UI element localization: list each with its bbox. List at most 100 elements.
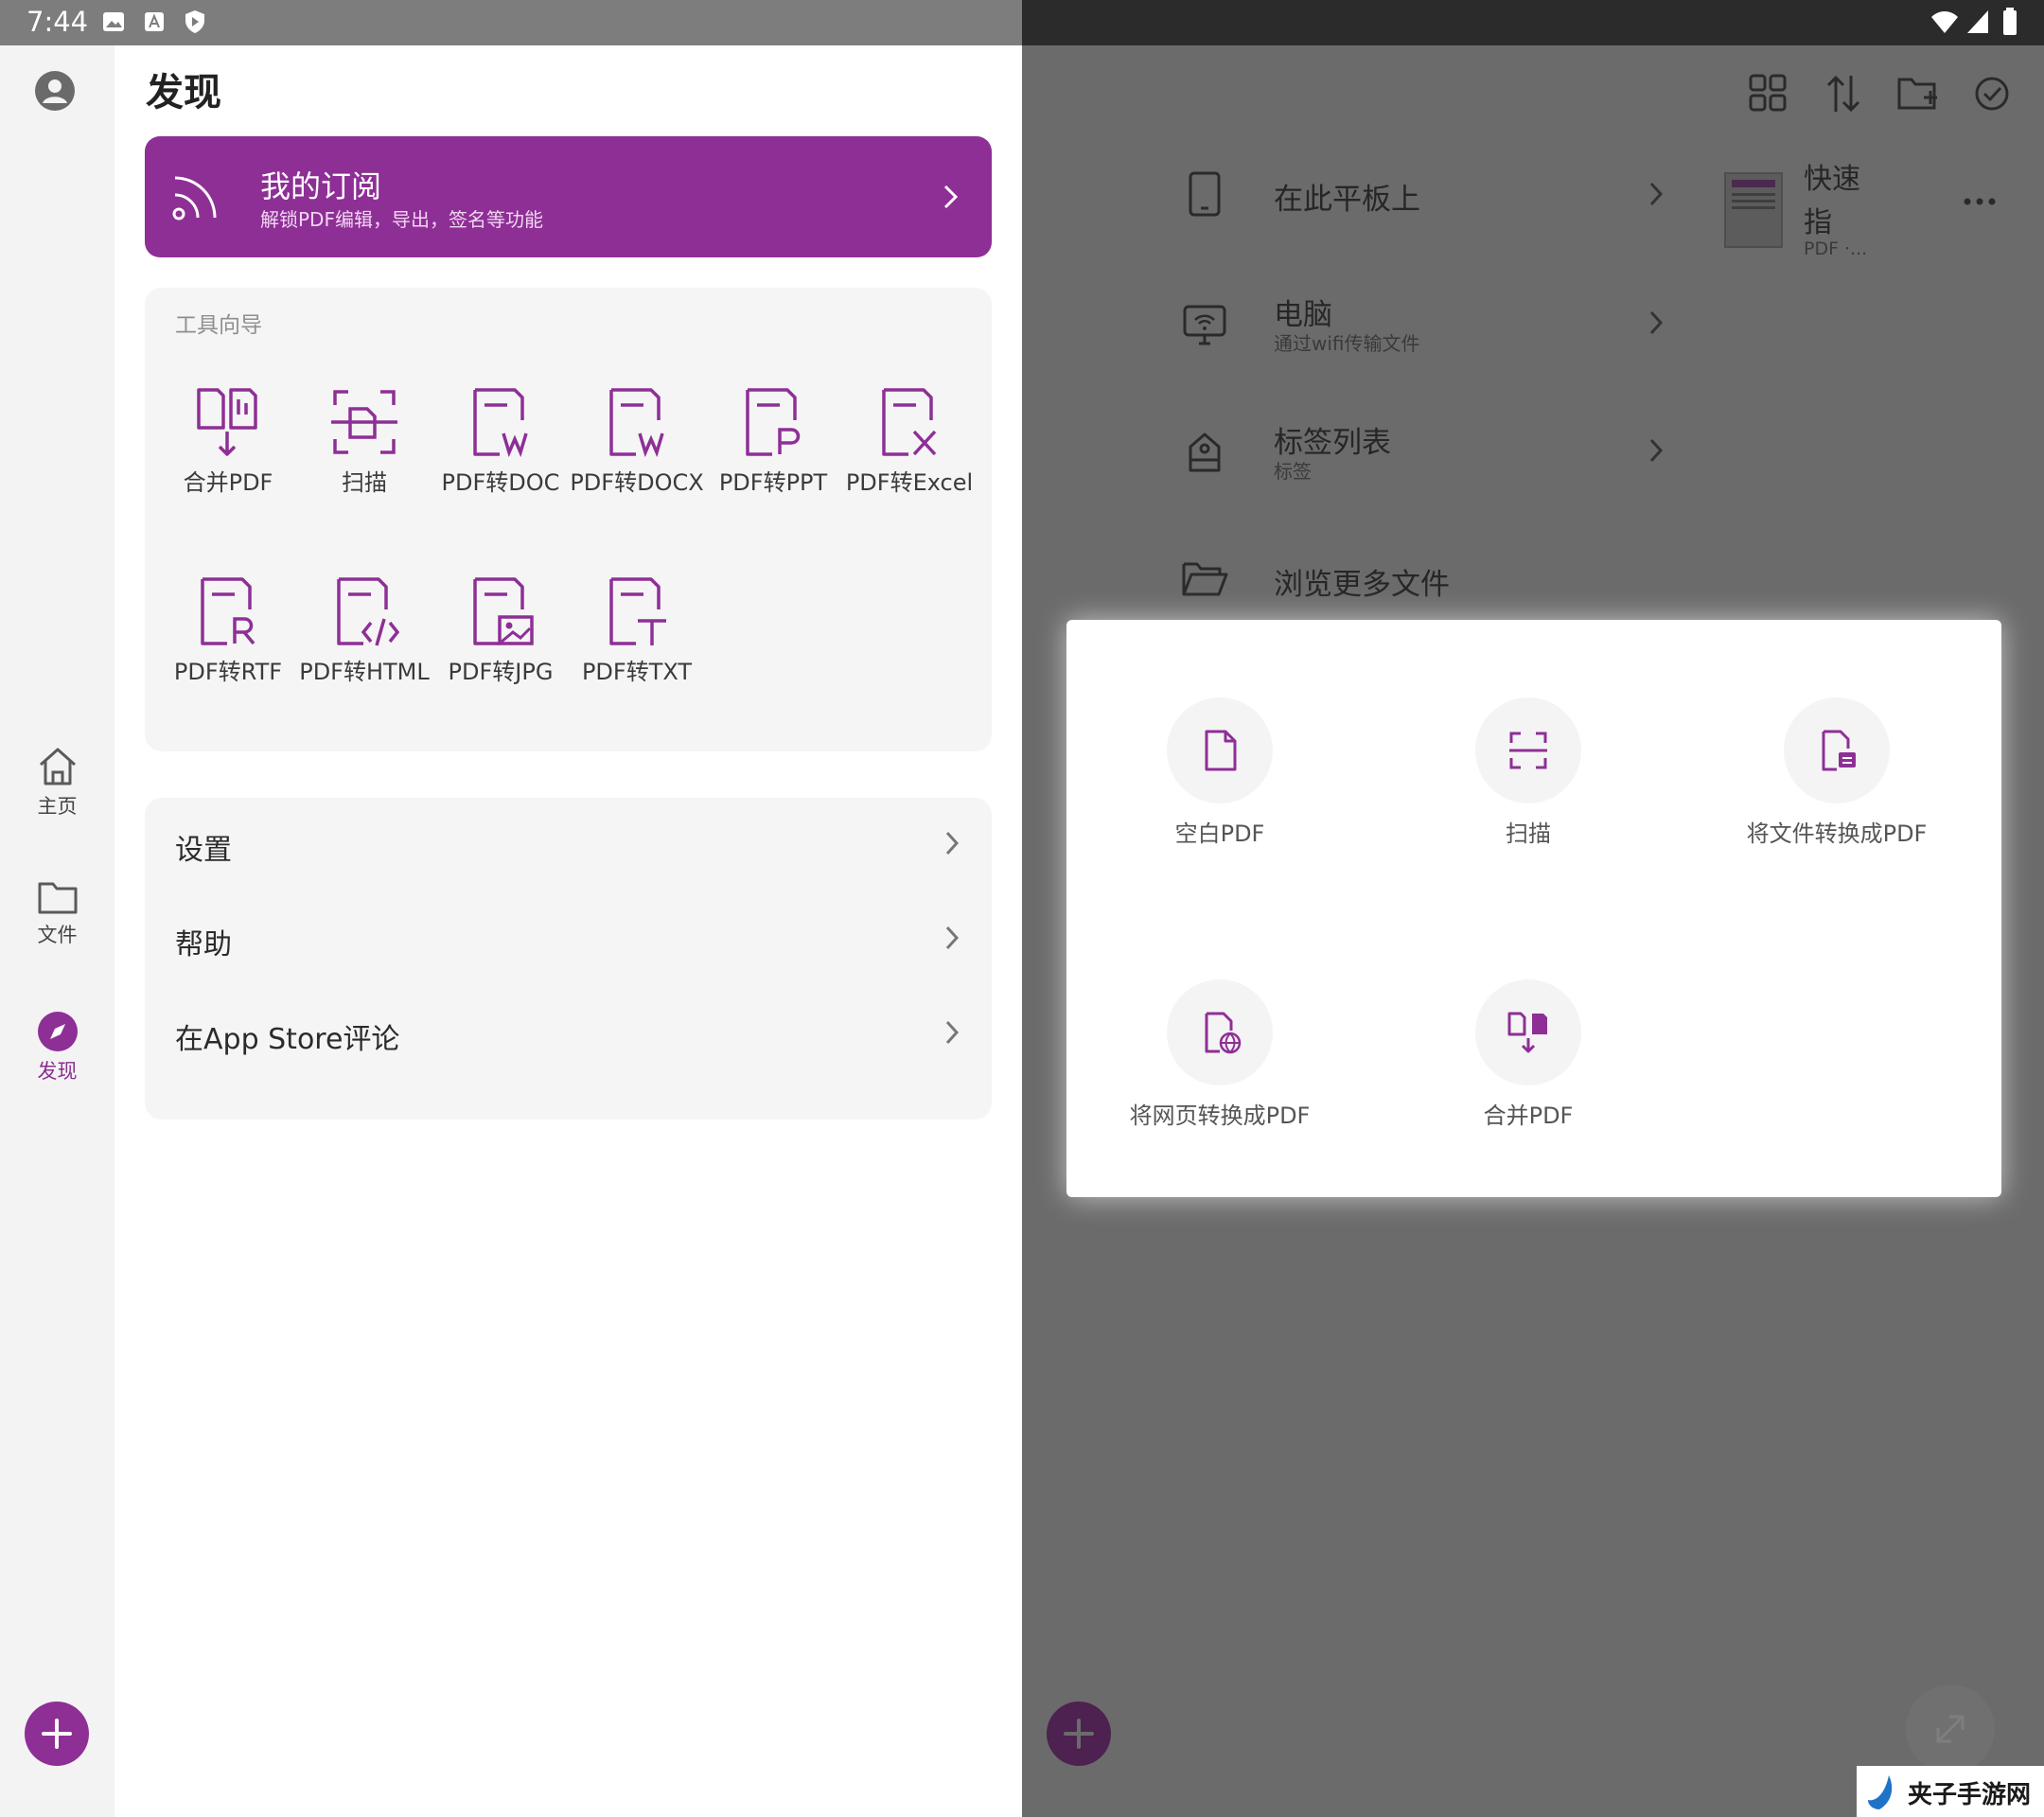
file-thumbnail[interactable] [1724,172,1783,248]
subscription-title: 我的订阅 [260,168,382,204]
chevron-right-icon [944,1019,960,1046]
tool-item[interactable]: PDF转PPT [705,386,841,497]
tool-item[interactable]: PDF转HTML [296,575,432,686]
pdf-to-jpg-icon [432,575,569,647]
option-label: 合并PDF [1483,1103,1574,1129]
option-label: 将文件转换成PDF [1746,820,1928,847]
scan-icon [296,386,432,458]
tool-item[interactable]: PDF转TXT [569,575,705,686]
option-label: 空白PDF [1174,820,1265,847]
folder-open-icon [1181,558,1228,598]
tool-label: 合并PDF [183,469,273,496]
location-tags[interactable]: 标签列表 标签 [1022,397,2044,511]
location-subtitle: 通过wifi传输文件 [1274,332,1420,355]
select-check-icon[interactable] [1974,76,2010,112]
more-options-icon[interactable] [1963,197,1997,206]
location-subtitle: 标签 [1274,460,1312,483]
tools-card: 工具向导 合并PDF 扫描 PDF转DOC PDF转DOCX PDF转PPT PDF转Ex… [145,288,992,751]
dialog-option[interactable]: 空白PDF [1068,697,1371,848]
tool-label: PDF转TXT [581,659,693,685]
rail-item-discover[interactable]: 发现 [0,1011,115,1085]
settings-menu-card: 设置 帮助 在App Store评论 [145,798,992,1120]
status-bar: 7:44 [0,0,1022,45]
new-folder-icon[interactable] [1896,74,1940,112]
location-tablet[interactable]: 在此平板上 [1022,137,2044,251]
font-notification-icon [144,11,165,32]
create-pdf-dialog: 空白PDF 扫描 将文件转换成PDF 将网页转换成PDF 合并PDF [1066,620,2001,1197]
menu-item-settings[interactable]: 设置 [145,798,992,892]
watermark-text: 夹子手游网 [1908,1781,2032,1809]
tools-label: 工具向导 [175,313,262,338]
chevron-right-icon [944,830,960,856]
expand-button[interactable] [1906,1685,1995,1773]
tablet-icon [1189,171,1221,217]
pdf-to-html-icon [296,575,432,647]
location-title: 浏览更多文件 [1274,568,1450,602]
location-title: 电脑 [1274,298,1332,332]
pdf-to-txt-icon [569,575,705,647]
recent-file-meta: PDF ·... [1804,238,1868,259]
chevron-right-icon [944,925,960,951]
rail-item-home[interactable]: 主页 [0,746,115,820]
shield-notification-icon [184,9,206,34]
rail-item-files[interactable]: 文件 [0,878,115,948]
chevron-right-icon [1648,437,1664,464]
chevron-right-icon [1648,181,1664,207]
watermark-logo-icon [1866,1773,1900,1811]
option-label: 将网页转换成PDF [1129,1103,1311,1129]
tool-item[interactable]: PDF转RTF [160,575,296,686]
location-title: 在此平板上 [1274,183,1420,217]
signal-icon [1966,9,1989,34]
tool-item[interactable]: PDF转DOC [432,386,569,497]
status-time: 7:44 [26,6,89,38]
folder-icon [35,878,80,916]
option-icon-circle [1167,697,1273,803]
rail-label-home: 主页 [37,795,78,818]
wifi-icon [1930,9,1959,34]
recent-file-title-line2: 指 [1804,206,1832,239]
account-icon[interactable] [34,70,76,112]
tool-label: PDF转DOCX [570,469,704,496]
option-icon-circle [1784,697,1890,803]
expand-icon [1936,1715,1965,1743]
menu-label-help: 帮助 [175,928,232,961]
location-computer[interactable]: 电脑 通过wifi传输文件 [1022,270,2044,383]
menu-item-review[interactable]: 在App Store评论 [145,987,992,1082]
plus-icon [1064,1719,1094,1749]
compass-icon [37,1011,79,1052]
subscription-card[interactable]: 我的订阅 解锁PDF编辑，导出，签名等功能 [145,136,992,257]
pdf-to-ppt-icon [705,386,841,458]
tag-icon [1187,432,1223,473]
pdf-to-doc-icon [432,386,569,458]
grid-view-icon[interactable] [1749,74,1787,112]
tool-item[interactable]: PDF转JPG [432,575,569,686]
discover-panel: 7:44 主页 文件 发现 发现 我的订阅 解锁PDF编辑，导出，签名等功能 工… [0,0,1022,1817]
option-label: 扫描 [1506,820,1551,847]
tool-label: PDF转RTF [173,659,283,685]
merge-pdf-icon [160,386,296,458]
option-icon-circle [1167,979,1273,1085]
tool-label: PDF转PPT [718,469,828,496]
option-icon-circle [1475,979,1581,1085]
pdf-to-docx-icon [569,386,705,458]
tool-item[interactable]: 合并PDF [160,386,296,497]
navigation-rail: 主页 文件 发现 [0,45,115,1817]
sort-icon[interactable] [1824,74,1862,114]
tool-label: PDF转DOC [441,469,560,496]
dialog-option[interactable]: 扫描 [1377,697,1680,848]
tool-item[interactable]: 扫描 [296,386,432,497]
tool-item[interactable]: PDF转DOCX [569,386,705,497]
rail-label-discover: 发现 [37,1060,78,1083]
image-notification-icon [102,11,125,32]
add-fab-button[interactable] [25,1702,89,1766]
page-title: 发现 [146,71,221,115]
add-fab-button[interactable] [1047,1702,1111,1766]
plus-icon [42,1719,72,1749]
menu-item-help[interactable]: 帮助 [145,892,992,987]
dialog-option[interactable]: 将文件转换成PDF [1685,697,1988,848]
tool-item[interactable]: PDF转Excel [841,386,978,497]
dialog-option[interactable]: 合并PDF [1377,979,1680,1130]
battery-icon [2002,8,2018,36]
menu-label-review: 在App Store评论 [175,1023,400,1056]
dialog-option[interactable]: 将网页转换成PDF [1068,979,1371,1130]
